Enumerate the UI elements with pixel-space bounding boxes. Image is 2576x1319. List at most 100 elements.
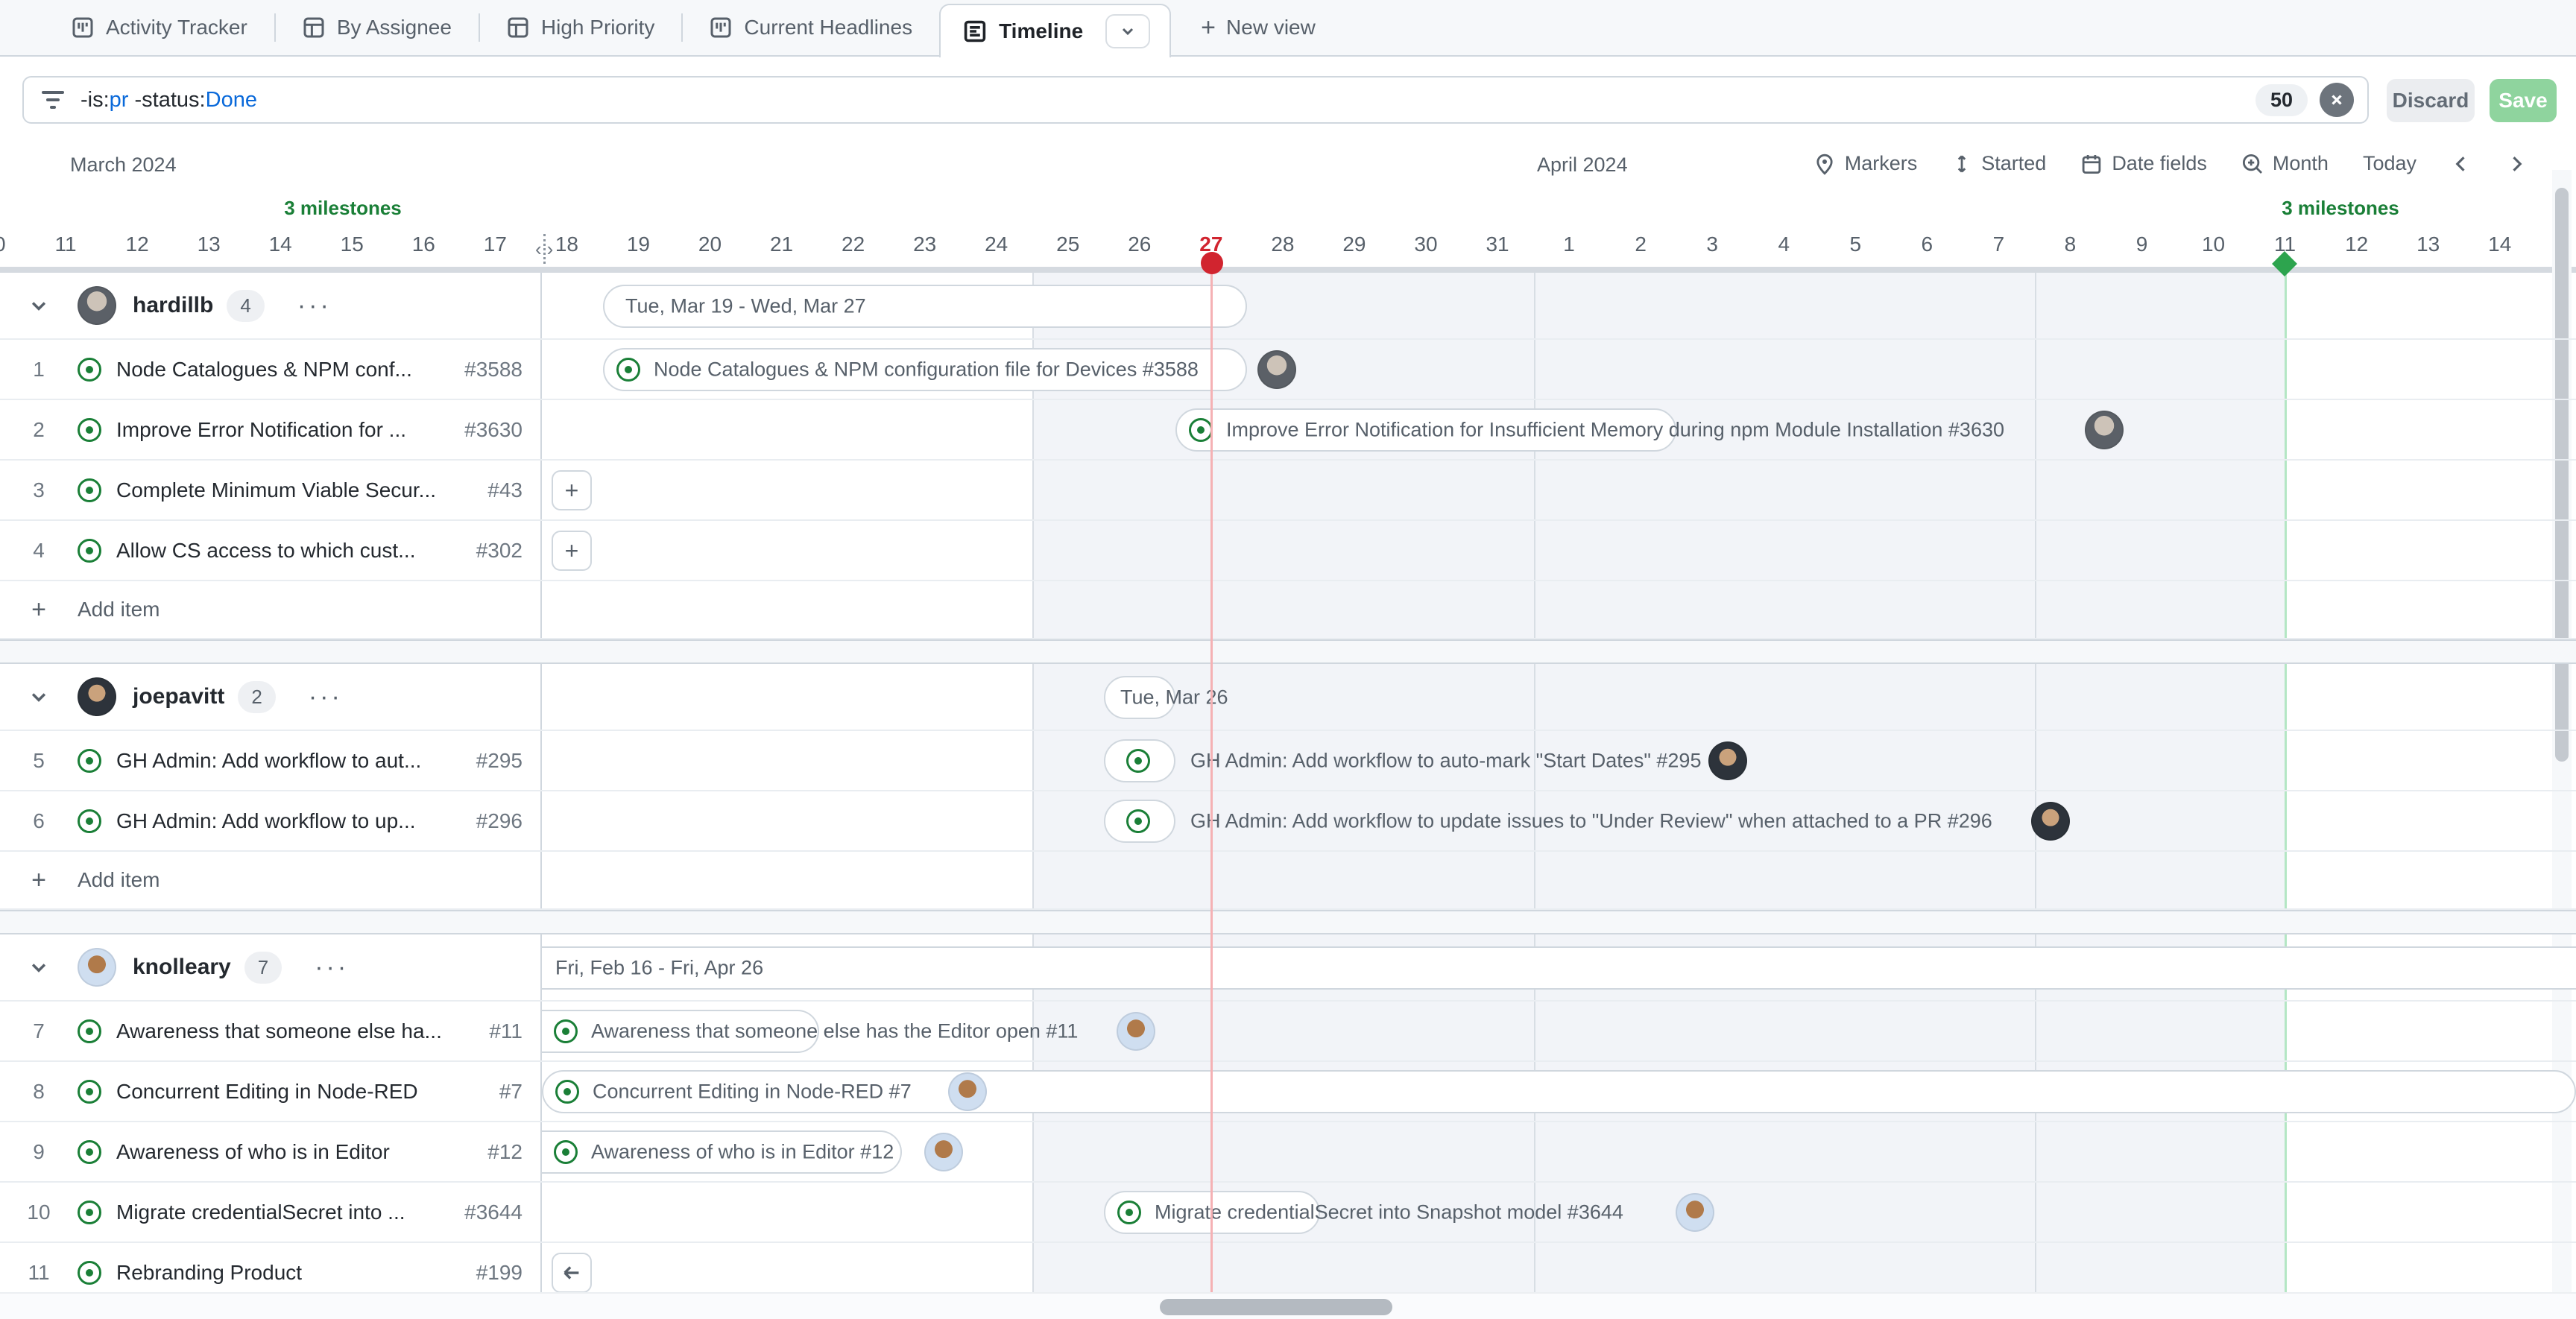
issue-pill-3630[interactable]: Improve Error Notification for Insuffici… — [1175, 408, 1676, 452]
tab-options-button[interactable] — [1105, 14, 1150, 48]
filter-row: -is:pr -status:Done 50 Discard Save — [0, 58, 2576, 142]
timeline-cell: Node Catalogues & NPM configuration file… — [542, 340, 2576, 399]
add-item-joepavitt[interactable]: + Add item — [0, 852, 542, 908]
clear-filter-button[interactable] — [2320, 83, 2354, 117]
date-tick: 23 — [913, 233, 936, 256]
sidebar-row-4[interactable]: 4 Allow CS access to which cust... #302 — [0, 521, 542, 580]
issue-number[interactable]: #12 — [480, 1140, 540, 1164]
filter-token: -status: — [128, 88, 205, 112]
group-header-hardillb[interactable]: hardillb 4 ··· — [0, 273, 542, 338]
sidebar-row-8[interactable]: 8 Concurrent Editing in Node-RED #7 — [0, 1062, 542, 1121]
sidebar-row-3[interactable]: 3 Complete Minimum Viable Secur... #43 — [0, 461, 542, 519]
group-date-range-pill[interactable]: Fri, Feb 16 - Fri, Apr 26 — [542, 946, 2576, 990]
issue-number[interactable]: #302 — [469, 539, 540, 563]
issue-title[interactable]: GH Admin: Add workflow to up... — [116, 809, 469, 833]
issue-pill-295[interactable]: GH Admin: Add workflow to auto-mark "Sta… — [1104, 739, 1175, 782]
horizontal-scrollbar-thumb[interactable] — [1160, 1299, 1392, 1315]
issue-title[interactable]: GH Admin: Add workflow to aut... — [116, 749, 469, 773]
sidebar-row-9[interactable]: 9 Awareness of who is in Editor #12 — [0, 1122, 542, 1181]
plus-icon: + — [0, 595, 78, 624]
collapse-chevron-icon[interactable] — [0, 295, 78, 316]
row-number: 3 — [0, 478, 78, 502]
group-name[interactable]: joepavitt — [133, 684, 224, 709]
scroll-right-button[interactable] — [2506, 154, 2527, 174]
tab-timeline-active[interactable]: Timeline — [939, 4, 1171, 57]
sort-updown-icon — [1951, 154, 1972, 174]
group-count-badge: 4 — [227, 290, 264, 322]
group-date-range-pill[interactable]: Tue, Mar 19 - Wed, Mar 27 — [603, 285, 1247, 328]
tab-by-assignee[interactable]: By Assignee — [276, 0, 479, 56]
issue-number[interactable]: #3588 — [457, 358, 540, 382]
sidebar-row-2[interactable]: 2 Improve Error Notification for ... #36… — [0, 400, 542, 459]
issue-number[interactable]: #11 — [482, 1019, 540, 1043]
collapse-chevron-icon[interactable] — [0, 686, 78, 707]
issue-title[interactable]: Allow CS access to which cust... — [116, 539, 469, 563]
zoom-level-button[interactable]: Month — [2241, 152, 2329, 175]
issue-number[interactable]: #43 — [480, 478, 540, 502]
sidebar-row-10[interactable]: 10 Migrate credentialSecret into ... #36… — [0, 1183, 542, 1241]
group-menu-button[interactable]: ··· — [309, 683, 343, 712]
issue-number[interactable]: #7 — [492, 1080, 540, 1104]
markers-button[interactable]: Markers — [1813, 152, 1918, 175]
date-row: ‹ › 101112131415161718192021222324252627… — [0, 230, 2576, 264]
add-item-hardillb[interactable]: + Add item — [0, 581, 542, 638]
issue-title[interactable]: Migrate credentialSecret into ... — [116, 1201, 457, 1224]
sidebar-row-6[interactable]: 6 GH Admin: Add workflow to up... #296 — [0, 791, 542, 850]
markers-label: Markers — [1845, 152, 1918, 175]
scroll-to-item-button[interactable] — [552, 1253, 592, 1292]
date-tick: 24 — [985, 233, 1008, 256]
issue-title[interactable]: Awareness of who is in Editor — [116, 1140, 480, 1164]
issue-title[interactable]: Complete Minimum Viable Secur... — [116, 478, 480, 502]
date-fields-button[interactable]: Date fields — [2080, 152, 2207, 175]
group-date-range-pill[interactable]: Tue, Mar 26 — [1104, 676, 1175, 719]
horizontal-scrollbar[interactable] — [0, 1292, 2576, 1319]
issue-title[interactable]: Node Catalogues & NPM conf... — [116, 358, 457, 382]
date-tick: 22 — [842, 233, 865, 256]
sidebar-row-5[interactable]: 5 GH Admin: Add workflow to aut... #295 — [0, 731, 542, 790]
milestone-group-label-march[interactable]: 3 milestones — [284, 197, 402, 220]
issue-title[interactable]: Concurrent Editing in Node-RED — [116, 1080, 492, 1104]
issue-pill-3588[interactable]: Node Catalogues & NPM configuration file… — [603, 348, 1247, 391]
milestone-group-label-april[interactable]: 3 milestones — [2282, 197, 2399, 220]
issue-title[interactable]: Improve Error Notification for ... — [116, 418, 457, 442]
collapse-chevron-icon[interactable] — [0, 957, 78, 978]
group-name[interactable]: knolleary — [133, 955, 231, 980]
issue-title[interactable]: Rebranding Product — [116, 1261, 469, 1285]
issue-pill-296[interactable]: GH Admin: Add workflow to update issues … — [1104, 800, 1175, 843]
add-dates-button[interactable]: + — [552, 470, 592, 510]
tab-high-priority[interactable]: High Priority — [480, 0, 681, 56]
issue-number[interactable]: #3630 — [457, 418, 540, 442]
sidebar-row-11[interactable]: 11 Rebranding Product #199 — [0, 1243, 542, 1292]
add-dates-button[interactable]: + — [552, 531, 592, 571]
issue-title[interactable]: Awareness that someone else ha... — [116, 1019, 482, 1043]
group-name[interactable]: hardillb — [133, 293, 213, 318]
discard-button[interactable]: Discard — [2387, 79, 2475, 122]
issue-number[interactable]: #295 — [469, 749, 540, 773]
tab-current-headlines[interactable]: Current Headlines — [683, 0, 939, 56]
group-menu-button[interactable]: ··· — [315, 953, 349, 982]
group-menu-button[interactable]: ··· — [297, 291, 332, 320]
group-header-joepavitt[interactable]: joepavitt 2 ··· — [0, 664, 542, 730]
tab-activity-tracker[interactable]: Activity Tracker — [45, 0, 274, 56]
issue-number[interactable]: #296 — [469, 809, 540, 833]
scroll-left-button[interactable] — [2451, 154, 2472, 174]
save-button[interactable]: Save — [2490, 79, 2557, 122]
sidebar-row-1[interactable]: 1 Node Catalogues & NPM conf... #3588 — [0, 340, 542, 399]
group-header-knolleary[interactable]: knolleary 7 ··· — [0, 934, 542, 1000]
issue-pill-12[interactable]: Awareness of who is in Editor #12 — [542, 1130, 902, 1174]
open-issue-icon — [78, 1261, 101, 1285]
assignee-avatar-knolleary — [924, 1133, 963, 1171]
group-timeline-cell: Fri, Feb 16 - Fri, Apr 26 — [542, 934, 2576, 1000]
sidebar-row-7[interactable]: 7 Awareness that someone else ha... #11 — [0, 1002, 542, 1060]
today-button[interactable]: Today — [2363, 152, 2416, 175]
filter-input[interactable]: -is:pr -status:Done 50 — [22, 76, 2369, 124]
filter-query[interactable]: -is:pr -status:Done — [80, 88, 257, 113]
issue-number[interactable]: #199 — [469, 1261, 540, 1285]
issue-pill-7[interactable]: Concurrent Editing in Node-RED #7 — [542, 1070, 2576, 1113]
timeline-cell: Awareness of who is in Editor #12 — [542, 1122, 2576, 1181]
column-resize-handle[interactable]: ‹ › — [535, 234, 553, 264]
issue-number[interactable]: #3644 — [457, 1201, 540, 1224]
sort-started-button[interactable]: Started — [1951, 152, 2046, 175]
issue-pill-11[interactable]: Awareness that someone else has the Edit… — [542, 1010, 819, 1053]
new-view-button[interactable]: + New view — [1171, 15, 1345, 40]
